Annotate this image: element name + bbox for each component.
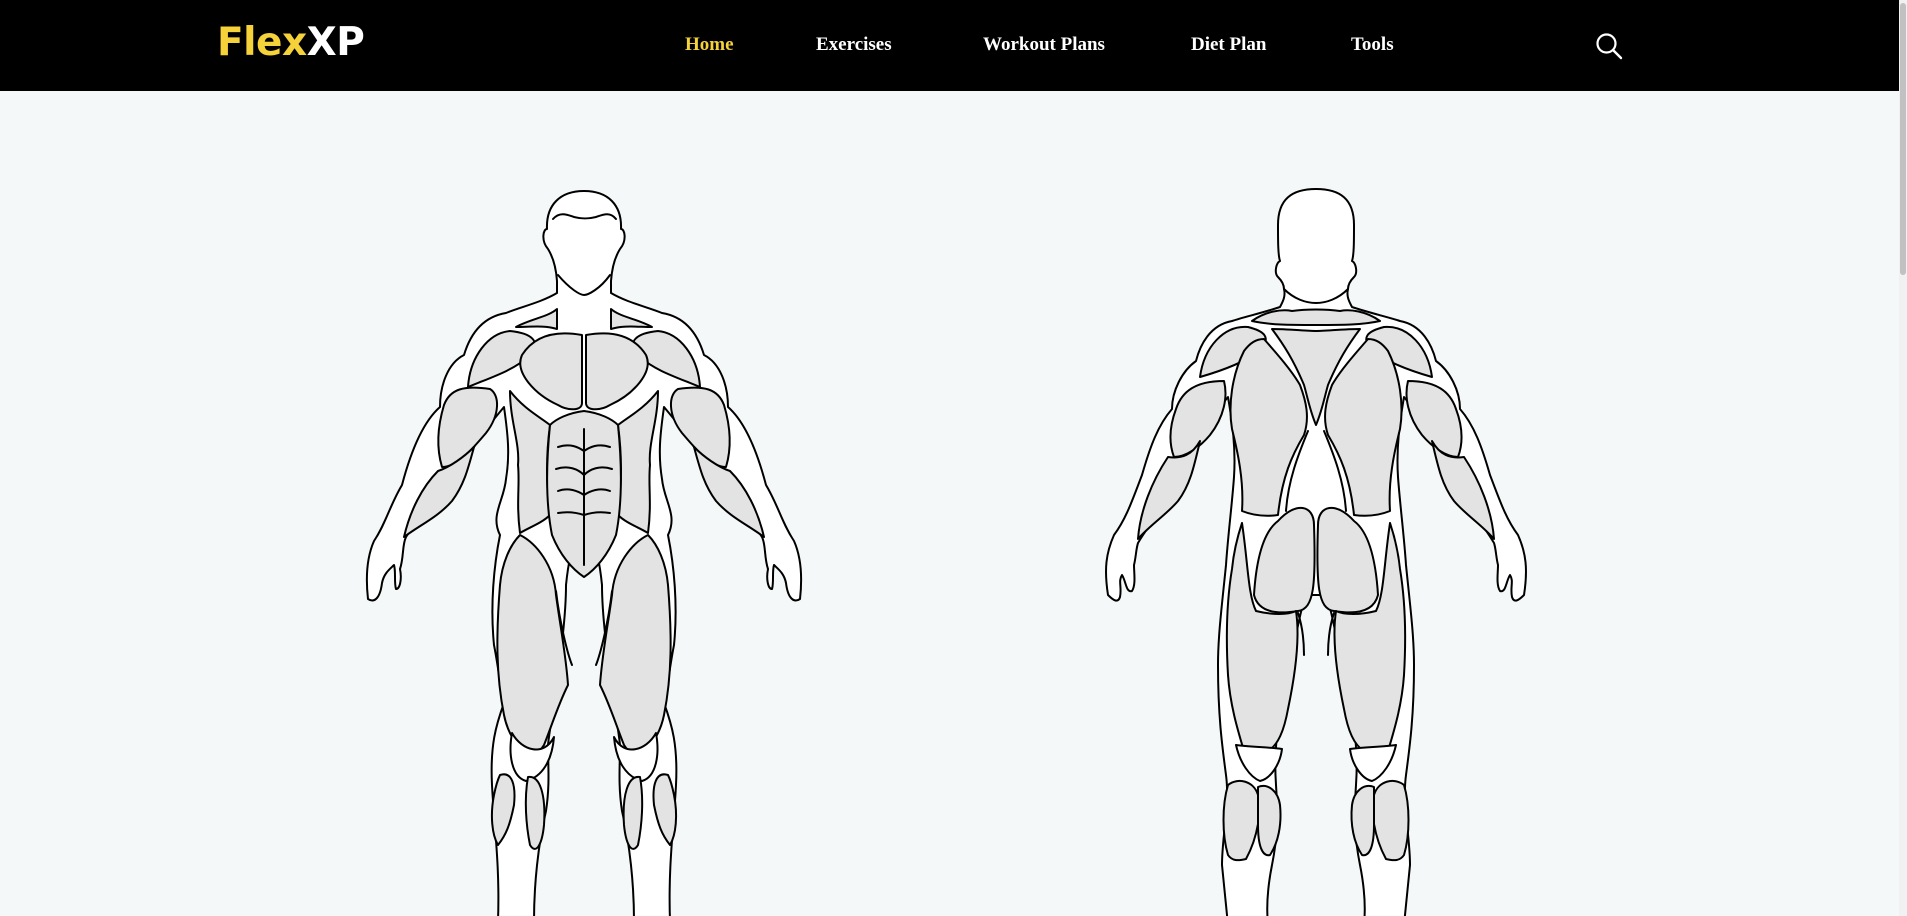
nav-tools[interactable]: Tools <box>1351 33 1394 57</box>
front-calf-inner-right[interactable] <box>622 775 644 850</box>
nav-workout-plans[interactable]: Workout Plans <box>983 33 1105 57</box>
search-icon <box>1596 33 1623 60</box>
back-calf-inner-right[interactable] <box>1350 785 1375 857</box>
back-body-outline <box>1105 188 1527 916</box>
body-map-back <box>1092 185 1542 916</box>
back-calf-inner-left[interactable] <box>1257 785 1282 857</box>
nav-diet-plan[interactable]: Diet Plan <box>1191 33 1266 57</box>
top-navbar: FlexXP Home Exercises Workout Plans Diet… <box>0 0 1899 91</box>
brand-logo-xp: XP <box>306 20 365 65</box>
back-trap-upper[interactable] <box>1251 308 1381 326</box>
nav-exercises[interactable]: Exercises <box>816 33 892 57</box>
body-map-front <box>360 185 810 916</box>
nav-home[interactable]: Home <box>685 33 734 57</box>
scrollbar-thumb[interactable] <box>1900 3 1906 275</box>
page-scrollbar[interactable] <box>1899 0 1907 916</box>
search-button[interactable] <box>1595 32 1623 60</box>
back-hamstring-divider-right <box>1327 612 1335 656</box>
front-calf-inner-left[interactable] <box>524 775 546 850</box>
brand-logo-flex: Flex <box>217 20 307 65</box>
brand-logo[interactable]: FlexXP <box>217 18 365 68</box>
back-hamstring-divider-left <box>1297 612 1305 656</box>
